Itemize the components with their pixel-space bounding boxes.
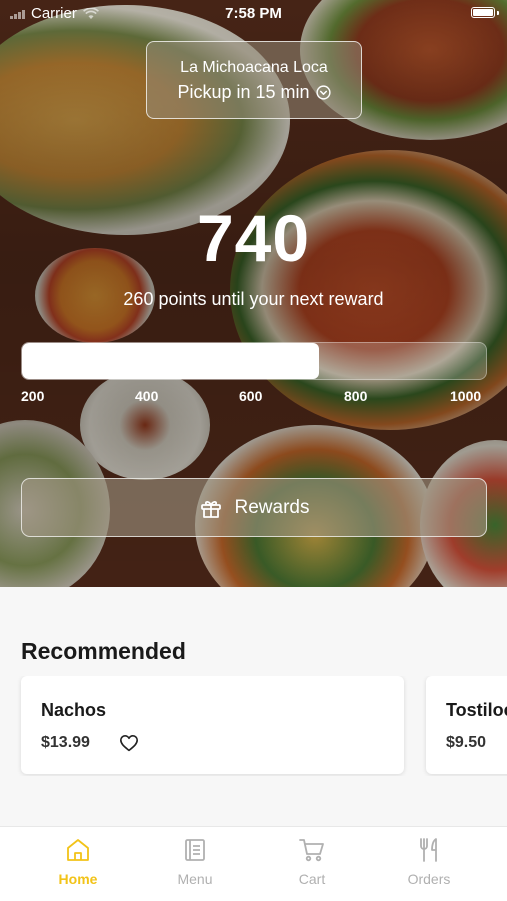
tab-menu-label: Menu <box>177 871 213 887</box>
menu-item-name: Tostilocos <box>446 700 507 720</box>
gift-icon <box>200 500 221 518</box>
menu-icon <box>185 839 205 861</box>
battery-icon <box>471 7 495 18</box>
restaurant-name: La Michoacana Loca <box>180 59 328 76</box>
tab-orders[interactable]: Orders <box>379 837 479 887</box>
rewards-progress-fill <box>22 343 319 379</box>
fork-knife-icon <box>420 838 437 862</box>
pickup-time-row[interactable]: Pickup in 15 min <box>147 82 361 103</box>
tab-cart[interactable]: Cart <box>262 837 362 887</box>
progress-tick: 800 <box>344 388 368 404</box>
menu-item-price: $9.50 <box>446 734 487 751</box>
progress-tick: 600 <box>239 388 263 404</box>
rewards-button-label: Rewards <box>234 496 310 518</box>
hero-banner: Carrier 7:58 PM La Michoacana Loca Picku… <box>0 0 507 587</box>
points-balance: 740 <box>196 201 311 275</box>
home-icon <box>67 839 89 861</box>
progress-tick: 200 <box>21 388 45 404</box>
tab-home-label: Home <box>58 871 98 887</box>
pickup-time-label: Pickup in 15 min <box>177 82 310 102</box>
progress-tick: 400 <box>135 388 159 404</box>
tab-home[interactable]: Home <box>28 837 128 887</box>
recommended-carousel[interactable]: Nachos $13.99 Tostilocos $9.50 <box>0 676 507 776</box>
rewards-button[interactable]: Rewards <box>21 478 487 537</box>
status-bar: Carrier 7:58 PM <box>0 0 507 28</box>
tab-menu[interactable]: Menu <box>145 837 245 887</box>
location-selector[interactable]: La Michoacana Loca Pickup in 15 min <box>146 41 362 119</box>
points-caption: 260 points until your next reward <box>123 289 384 309</box>
chevron-circle-down-icon <box>315 85 331 100</box>
menu-item-price: $13.99 <box>41 734 90 751</box>
status-time: 7:58 PM <box>225 5 282 22</box>
bottom-tab-bar: Home Menu Cart Orders <box>0 826 507 901</box>
progress-tick: 1000 <box>450 388 482 404</box>
tab-cart-label: Cart <box>298 871 326 887</box>
tab-orders-label: Orders <box>407 871 451 887</box>
menu-item-card[interactable]: Tostilocos $9.50 <box>426 676 507 774</box>
battery-tip <box>497 11 499 15</box>
rewards-progress-bar <box>21 342 487 380</box>
cart-icon <box>299 839 324 862</box>
menu-item-name: Nachos <box>41 700 107 720</box>
heart-icon[interactable] <box>119 734 139 752</box>
menu-item-card[interactable]: Nachos $13.99 <box>21 676 404 774</box>
recommended-heading: Recommended <box>21 638 186 664</box>
